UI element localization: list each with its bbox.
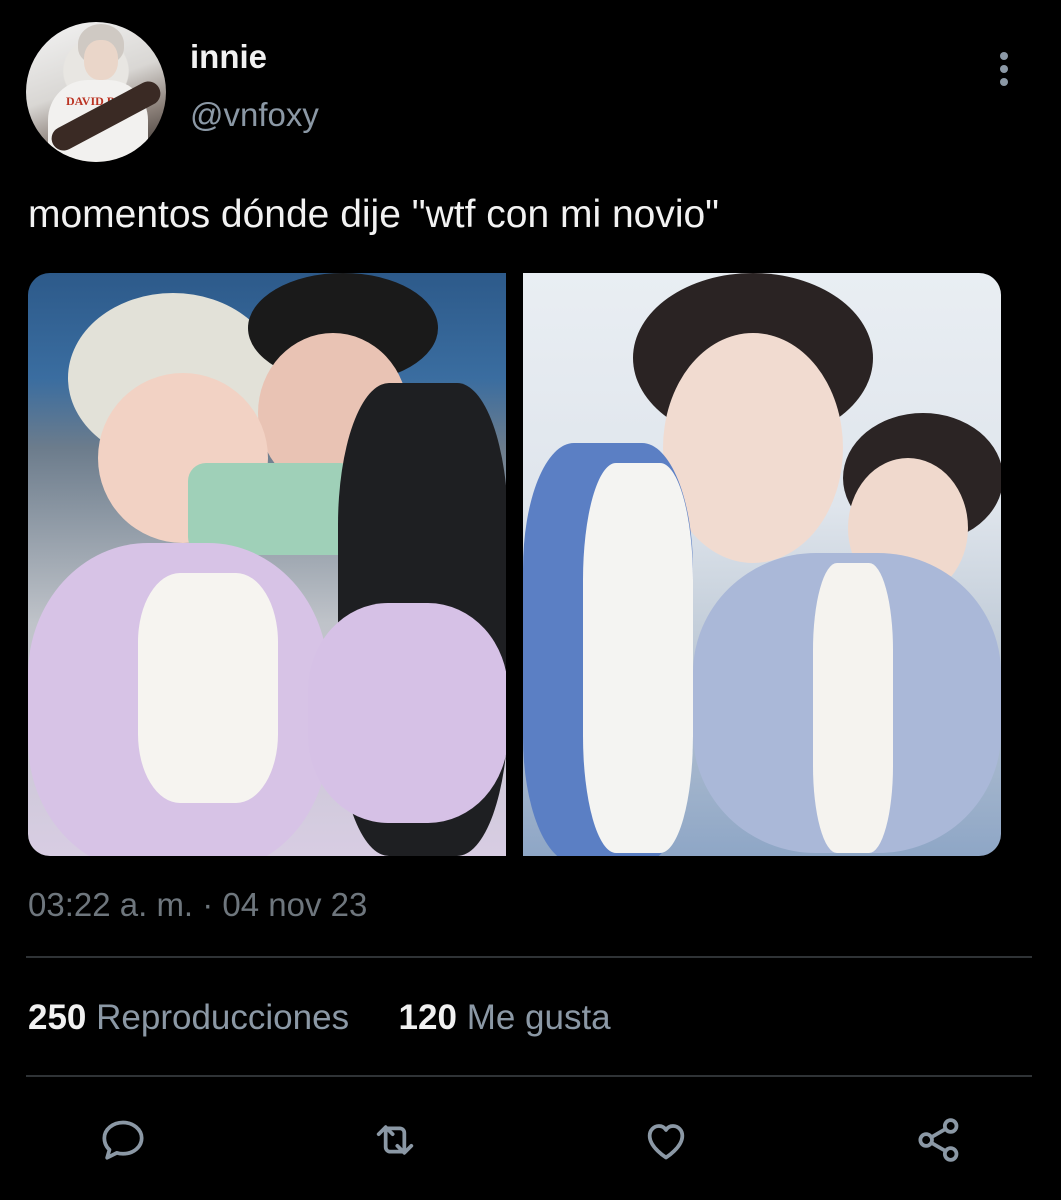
author-name[interactable]: innie — [190, 38, 267, 76]
likes-label[interactable]: Me gusta — [467, 998, 611, 1037]
divider — [26, 956, 1032, 958]
tweet-photo-1[interactable] — [28, 273, 506, 856]
reply-icon — [102, 1120, 144, 1160]
tweet-stats: 250 Reproducciones 120 Me gusta — [28, 998, 611, 1038]
divider — [26, 1075, 1032, 1077]
photo-arm — [308, 603, 506, 823]
retweet-icon — [376, 1125, 414, 1155]
like-button[interactable] — [638, 1112, 694, 1168]
avatar-face — [84, 40, 118, 80]
views-count: 250 — [28, 998, 87, 1037]
tweet-header: DAVID BO innie @vnfoxy — [26, 22, 1036, 162]
views-label: Reproducciones — [96, 998, 350, 1037]
more-vertical-icon[interactable] — [992, 52, 1016, 92]
avatar[interactable]: DAVID BO — [26, 22, 166, 162]
photo-white-shirt — [583, 463, 693, 853]
tweet-timestamp[interactable]: 03:22 a. m. · 04 nov 23 — [28, 886, 367, 924]
author-handle[interactable]: @vnfoxy — [190, 96, 319, 134]
tweet-photo-2[interactable] — [523, 273, 1001, 856]
tweet-actions — [0, 1112, 1061, 1172]
retweet-button[interactable] — [367, 1112, 423, 1168]
photo-scarf — [813, 563, 893, 853]
tweet-text: momentos dónde dije "wtf con mi novio" — [28, 193, 720, 236]
share-button[interactable] — [911, 1112, 967, 1168]
likes-count[interactable]: 120 — [399, 998, 457, 1037]
photo-phone — [188, 463, 358, 555]
photo-shirt — [138, 573, 278, 803]
share-icon — [918, 1118, 959, 1162]
heart-icon — [647, 1124, 685, 1160]
reply-button[interactable] — [95, 1112, 151, 1168]
